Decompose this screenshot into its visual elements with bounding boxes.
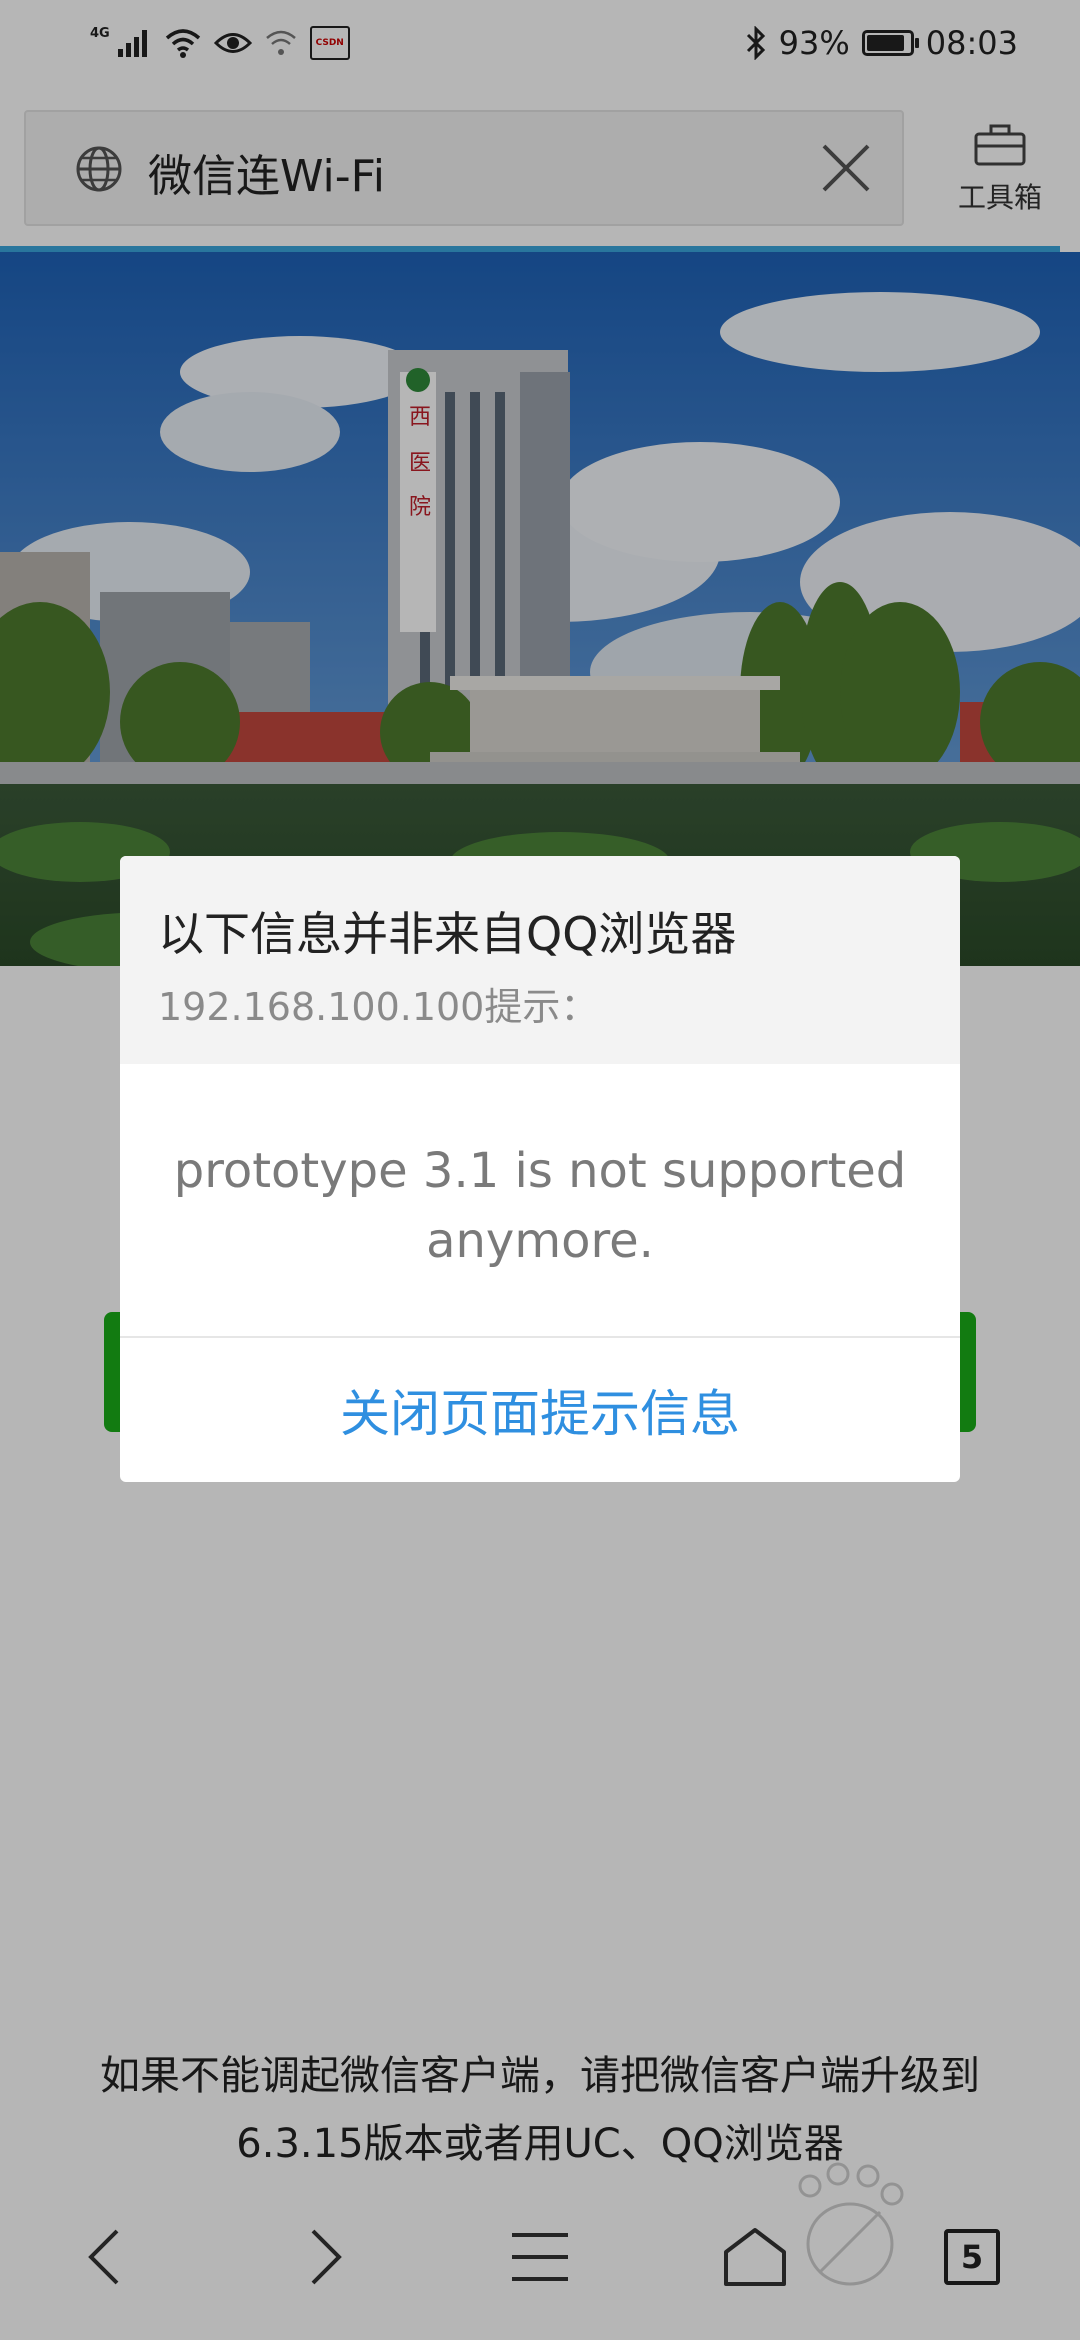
alert-dialog: 以下信息并非来自QQ浏览器 192.168.100.100提示： prototy… — [120, 856, 960, 1482]
dialog-header: 以下信息并非来自QQ浏览器 192.168.100.100提示： — [120, 856, 960, 1064]
close-alert-button[interactable]: 关闭页面提示信息 — [120, 1338, 960, 1482]
dialog-title: 以下信息并非来自QQ浏览器 — [158, 907, 737, 961]
dialog-message: prototype 3.1 is not supported anymore. — [173, 1143, 907, 1269]
dialog-source: 192.168.100.100提示： — [158, 985, 599, 1029]
